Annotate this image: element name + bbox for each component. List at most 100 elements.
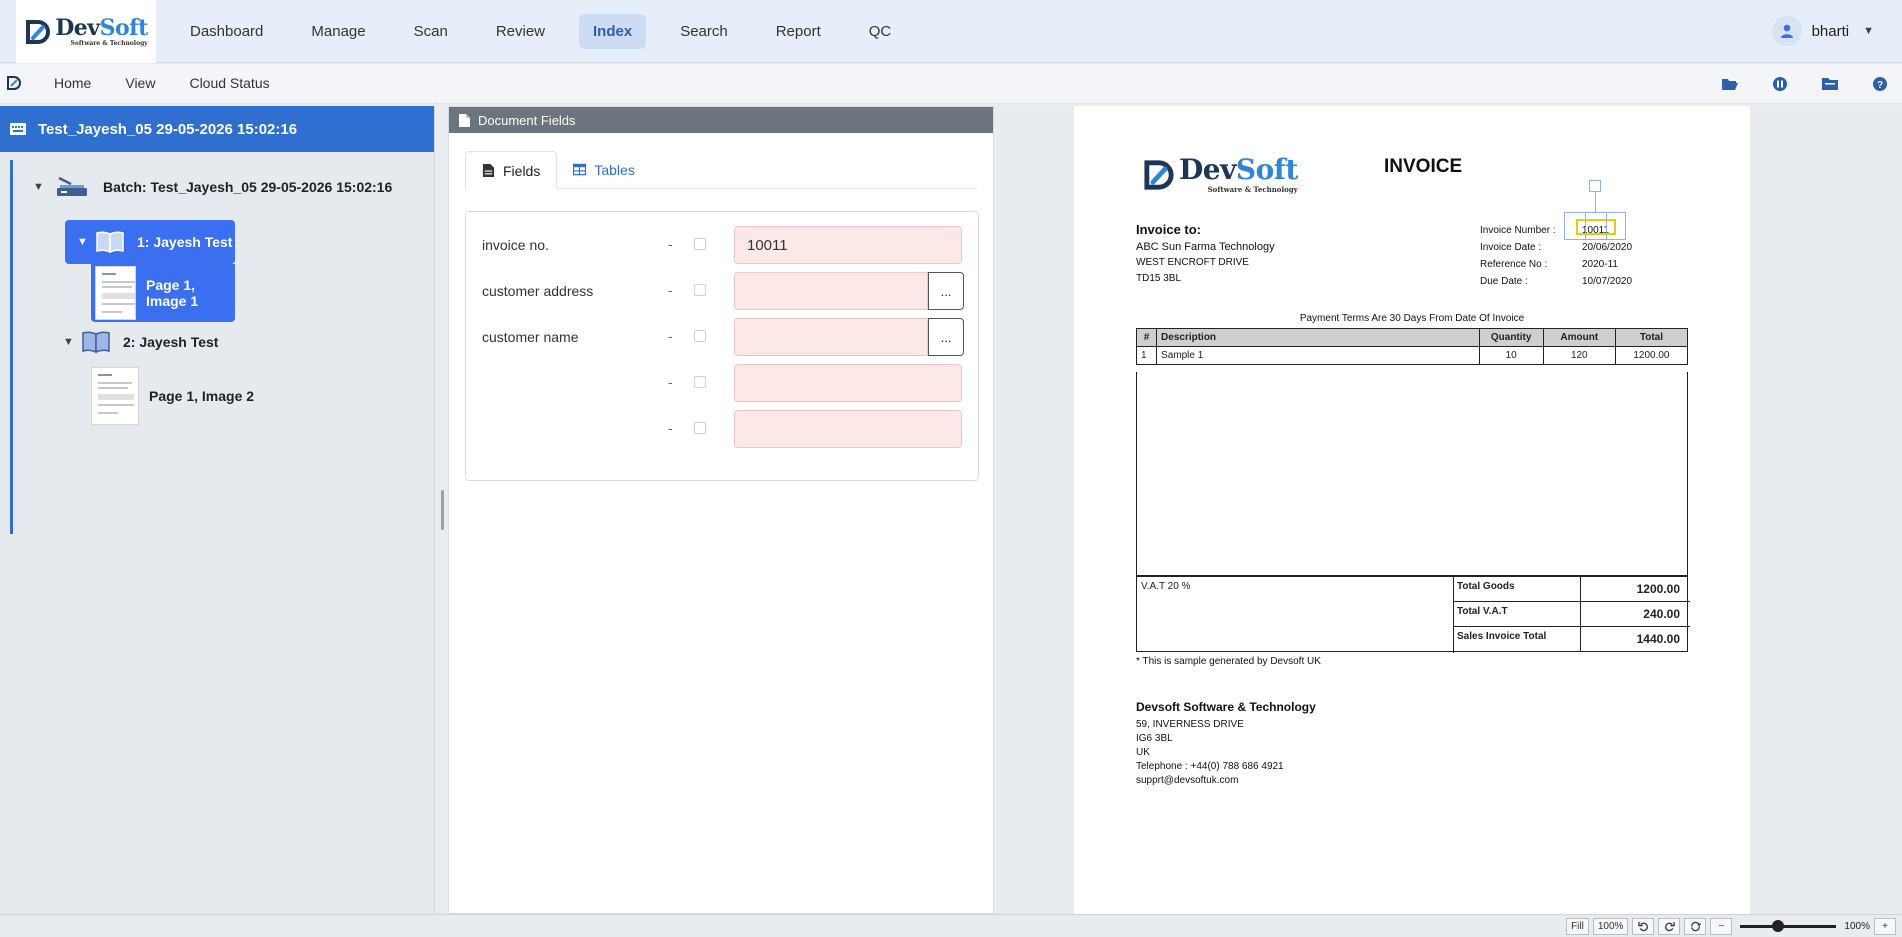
tree-document-2[interactable]: ▼ 2: Jayesh Test [63,322,218,362]
main-nav: Dashboard Manage Scan Review Index Searc… [176,14,925,49]
caret-down-icon[interactable]: ▼ [63,336,77,348]
invoice-no-input[interactable]: 10011 [734,226,962,264]
field-label: invoice no. [482,237,549,253]
zoom-100-button[interactable]: 100% [1592,918,1629,935]
customer-address-picker-button[interactable]: ... [928,272,964,310]
folder-icon[interactable] [1820,74,1840,94]
field-5-input[interactable] [734,410,962,448]
invoice-items-table: # Description Quantity Amount Total 1 Sa… [1135,328,1689,365]
document-viewer[interactable]: DevSoft Software & Technology INVOICE In… [998,106,1902,914]
total-value: 240.00 [1580,602,1690,627]
bill-to-line: WEST ENCROFT DRIVE [1136,257,1249,268]
help-icon[interactable]: ? [1870,74,1890,94]
tree-page-1[interactable]: Page 1, Image 1 [91,264,235,322]
tab-fields[interactable]: Fields [465,151,558,190]
subnav-view[interactable]: View [125,75,155,91]
folder-open-icon[interactable] [1720,74,1740,94]
cell-description: Sample 1 [1156,346,1480,365]
subnav-home[interactable]: Home [54,75,91,91]
subnav-cloud-status[interactable]: Cloud Status [189,75,269,91]
total-value: 1200.00 [1580,577,1690,602]
page-thumbnail [95,266,136,320]
tree-page-2[interactable]: Page 1, Image 2 [91,366,254,426]
panel-splitter-handle[interactable] [441,490,444,530]
invoice-logo-dev: Dev [1179,153,1236,186]
nav-manage[interactable]: Manage [297,14,379,49]
tab-tables-label: Tables [594,161,635,178]
tree-document-1[interactable]: ▼ 1: Jayesh Test [65,220,235,264]
company-line: Telephone : +44(0) 788 686 4921 [1136,761,1284,772]
rotate-left-icon [1638,921,1648,932]
meta-key: Due Date : [1480,276,1528,287]
zoom-slider[interactable] [1740,920,1837,932]
payment-terms: Payment Terms Are 30 Days From Date Of I… [1299,313,1525,324]
field-dash: - [668,420,673,436]
refresh-button[interactable] [1684,918,1707,935]
app-logo[interactable]: DevSoft Software & Technology [16,0,156,63]
fit-fill-button[interactable]: Fill [1566,918,1589,935]
tree-root-session[interactable]: Test_Jayesh_05 29-05-2026 15:02:16 [0,106,434,152]
meta-key: Invoice Date : [1480,242,1542,253]
total-row: Total Goods 1200.00 [1454,577,1690,602]
field-4-input[interactable] [734,364,962,402]
book-open-icon [96,231,124,254]
field-label: customer address [482,283,594,299]
refresh-icon [1691,921,1701,932]
tab-tables[interactable]: Tables [557,151,650,188]
customer-name-input[interactable] [734,318,928,356]
company-line: IG6 3BL [1136,733,1173,744]
field-checkbox[interactable] [694,330,706,342]
field-checkbox[interactable] [694,422,706,434]
selection-rotate-handle[interactable] [1589,180,1601,192]
nav-review[interactable]: Review [482,14,559,49]
devsoft-small-logo-icon[interactable] [6,75,22,91]
column-header: Quantity [1478,328,1544,347]
field-checkbox[interactable] [694,376,706,388]
field-checkbox[interactable] [694,238,706,250]
nav-report[interactable]: Report [762,14,835,49]
top-navbar: DevSoft Software & Technology Dashboard … [0,0,1902,63]
nav-dashboard[interactable]: Dashboard [176,14,277,49]
field-label: customer name [482,329,579,345]
zoom-in-button[interactable]: + [1874,918,1896,935]
logo-tagline: Software & Technology [70,39,148,47]
company-address: Devsoft Software & Technology 59, INVERN… [1136,700,1316,788]
zone-selection-box[interactable] [1576,219,1616,235]
tree-page-1-label: Page 1, Image 1 [145,277,199,309]
zoom-out-button[interactable]: − [1710,918,1733,935]
zoom-slider-knob[interactable] [1772,920,1785,932]
invoice-logo: DevSoft Software & Technology [1142,156,1298,193]
nav-qc[interactable]: QC [855,14,906,49]
field-row-customer-address: customer address - ... [466,272,978,310]
total-key: Sales Invoice Total [1457,631,1547,642]
field-checkbox[interactable] [694,284,706,296]
tree-page-2-label: Page 1, Image 2 [149,388,255,404]
keyboard-icon [10,123,26,135]
tree-batch-node[interactable]: ▼ Batch: Test_Jayesh_05 29-05-2026 15:02… [33,170,392,204]
meta-value: 10/07/2020 [1582,276,1633,287]
caret-down-icon[interactable]: ▼ [33,181,47,193]
user-menu[interactable]: bharti ▼ [1771,16,1874,46]
nav-scan[interactable]: Scan [400,14,462,49]
rotate-left-button[interactable] [1632,918,1655,935]
field-dash: - [668,236,673,252]
rotate-right-icon [1664,921,1675,932]
total-row: Total V.A.T 240.00 [1454,602,1690,627]
caret-down-icon[interactable]: ▼ [77,236,91,248]
viewer-statusbar: Fill 100% − 100% + [0,914,1902,937]
customer-address-input[interactable] [734,272,928,310]
devsoft-logo-icon [26,19,51,44]
field-row-5: - [466,410,978,448]
invoice-logo-soft: Soft [1235,153,1298,186]
field-row-4: - [466,364,978,402]
pause-circle-icon[interactable] [1770,74,1790,94]
invoice-page[interactable]: DevSoft Software & Technology INVOICE In… [1074,106,1750,914]
nav-search[interactable]: Search [666,14,742,49]
customer-name-picker-button[interactable]: ... [928,318,964,356]
file-icon [459,113,470,127]
field-dash: - [668,328,673,344]
company-name: Devsoft Software & Technology [1136,700,1316,714]
nav-index[interactable]: Index [579,14,647,49]
rotate-right-button[interactable] [1658,918,1681,935]
tree-document-1-label: 1: Jayesh Test [137,234,233,250]
